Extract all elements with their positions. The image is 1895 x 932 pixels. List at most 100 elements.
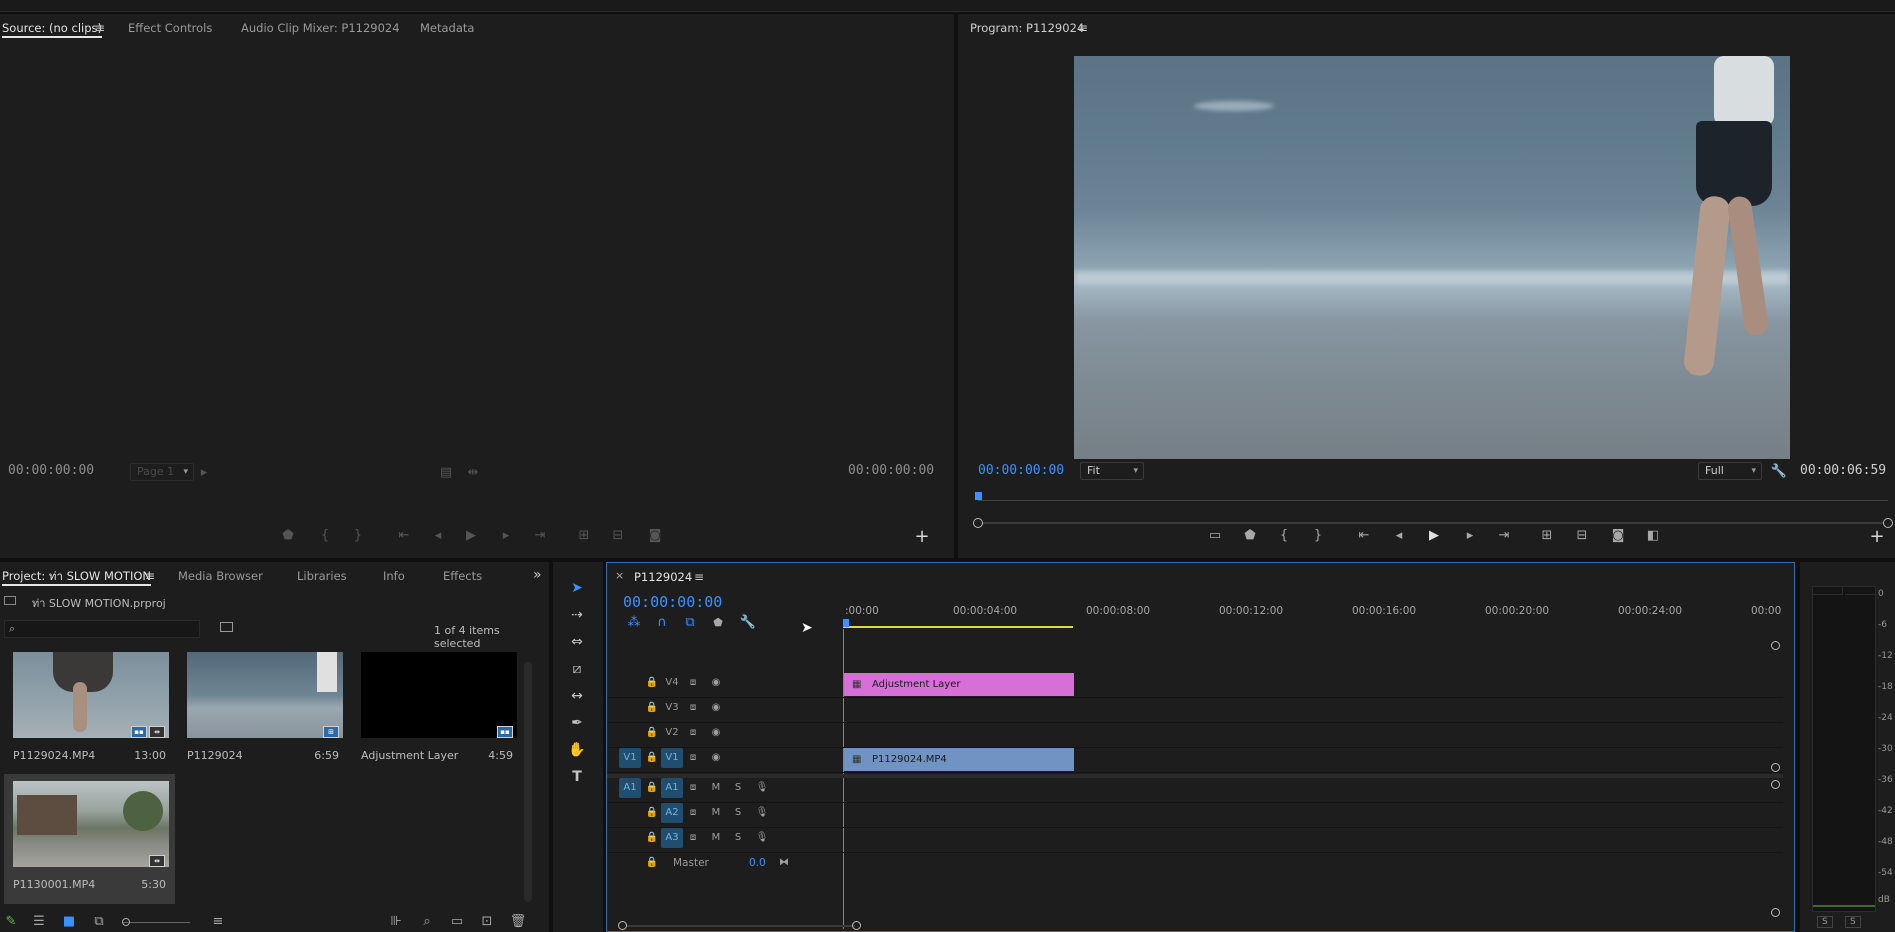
track-master[interactable]: 🔒 Master 0.0 ⧓ [607,853,1783,878]
scroll-handle-top-icon[interactable] [1771,641,1780,650]
eye-icon[interactable]: ◉ [709,673,723,693]
linked-selection-icon[interactable]: ⧉ [679,613,701,633]
menu-icon[interactable]: ≡ [1078,21,1088,35]
track-a3[interactable]: 🔒 A3 ⧈ M S 🎙 [607,828,1783,853]
track-v1[interactable]: V1 🔒 V1 ⧈ ◉ ▦ P1129024.MP4 [607,748,1783,773]
sync-icon[interactable]: ⧈ [686,723,700,743]
lock-icon[interactable]: 🔒 [645,698,659,718]
slip-tool-icon[interactable]: ↔ [565,684,589,708]
play-icon[interactable]: ▶ [1423,526,1445,546]
project-scrollbar[interactable] [524,662,532,902]
eye-icon[interactable]: ◉ [709,748,723,768]
new-bin-icon[interactable] [220,622,233,632]
tab-info[interactable]: Info [383,562,405,590]
scroll-handle-audio-icon[interactable] [1771,780,1780,789]
tab-effect-controls[interactable]: Effect Controls [128,14,212,42]
track-a2[interactable]: 🔒 A2 ⧈ M S 🎙 [607,803,1783,828]
automate-icon[interactable]: ⊪ [385,912,407,932]
sync-icon[interactable]: ⧈ [686,698,700,718]
work-area-bar[interactable] [843,626,1073,628]
horizontal-zoom-bar[interactable] [627,925,855,927]
extract-icon[interactable]: ⊟ [1571,526,1593,546]
lock-icon[interactable]: 🔒 [645,828,659,848]
track-v3[interactable]: 🔒 V3 ⧈ ◉ [607,698,1783,723]
ripple-edit-tool-icon[interactable]: ⇔ [565,630,589,654]
lock-icon[interactable]: 🔒 [645,778,659,798]
sync-icon[interactable]: ⧈ [686,828,700,848]
hscroll-handle-left-icon[interactable] [618,921,627,930]
mute-button[interactable]: M [709,778,723,798]
track-label[interactable]: V1 [661,748,683,768]
playhead-icon[interactable] [975,492,982,500]
go-to-in-icon[interactable]: ⇤ [1353,526,1375,546]
find-icon[interactable]: ⌕ [416,912,438,932]
tab-effects[interactable]: Effects [443,562,482,590]
resolution-dropdown[interactable]: Full ▾ [1698,462,1762,480]
track-a1[interactable]: A1 🔒 A1 ⧈ M S 🎙 [607,778,1783,803]
add-marker-icon[interactable]: ⬟ [707,613,729,633]
microphone-icon[interactable]: 🎙 [755,803,769,823]
playhead-icon[interactable] [843,619,849,627]
clip-video[interactable]: ▦ P1129024.MP4 [844,748,1074,771]
add-button-icon[interactable]: + [1866,527,1888,547]
lock-icon[interactable]: 🔒 [645,673,659,693]
zoom-slider-handle-icon[interactable] [122,918,130,926]
zoom-handle-left-icon[interactable] [973,518,983,528]
lock-icon[interactable]: 🔒 [645,723,659,743]
solo-button[interactable]: S [731,778,745,798]
thumbnail-p1129024-mp4[interactable]: ▪▪ ⇹ [13,652,169,738]
freeform-view-icon[interactable]: ⧉ [88,912,110,932]
menu-icon[interactable]: ≡ [145,569,155,583]
tab-metadata[interactable]: Metadata [420,14,474,42]
mark-out-icon[interactable]: } [1307,526,1329,546]
clip-adjustment-layer[interactable]: ▦ Adjustment Layer [844,673,1074,696]
new-bin-icon[interactable]: ▭ [446,912,468,932]
thumbnail-p1130001-mp4[interactable]: ⇹ [13,781,169,867]
zoom-dropdown[interactable]: Fit ▾ [1080,462,1144,480]
program-timecode-current[interactable]: 00:00:00:00 [978,463,1064,478]
step-back-icon[interactable]: ◂ [1388,526,1410,546]
safe-margins-icon[interactable]: ▭ [1204,526,1226,546]
step-forward-icon[interactable]: ▸ [1459,526,1481,546]
track-v4[interactable]: 🔒 V4 ⧈ ◉ ▦ Adjustment Layer [607,673,1783,698]
source-timecode-right[interactable]: 00:00:00:00 [848,463,934,478]
hand-tool-icon[interactable]: ✋ [565,738,589,762]
track-v2[interactable]: 🔒 V2 ⧈ ◉ [607,723,1783,748]
type-tool-icon[interactable]: T [565,765,589,789]
add-button-icon[interactable]: + [911,527,933,547]
new-item-icon[interactable]: ⊡ [476,912,498,932]
source-patch-v1[interactable]: V1 [619,748,641,768]
microphone-icon[interactable]: 🎙 [755,778,769,798]
search-input[interactable]: ⌕ [4,620,200,638]
close-icon[interactable]: × [615,569,624,582]
tab-project[interactable]: Project: ท่า SLOW MOTION [2,562,151,590]
program-timecode-duration[interactable]: 00:00:06:59 [1800,463,1886,478]
add-marker-icon[interactable]: ⬟ [1239,526,1261,546]
microphone-icon[interactable]: 🎙 [755,828,769,848]
more-tabs-icon[interactable]: » [533,567,542,583]
timeline-ruler[interactable]: :00:00 00:00:04:00 00:00:08:00 00:00:12:… [843,605,1783,629]
solo-right-button[interactable]: S [1845,916,1861,928]
program-video-frame[interactable] [1074,56,1790,459]
hscroll-handle-right-icon[interactable] [852,921,861,930]
track-label[interactable]: V3 [661,698,683,718]
tab-libraries[interactable]: Libraries [297,562,347,590]
sequence-tab[interactable]: P1129024 [634,563,692,591]
timeline-timecode[interactable]: 00:00:00:00 [623,593,722,611]
tab-media-browser[interactable]: Media Browser [178,562,263,590]
nest-icon[interactable]: ⁂ [623,613,645,633]
clear-icon[interactable]: 🗑 [507,912,529,932]
scroll-handle-bottom-icon[interactable] [1771,908,1780,917]
selection-tool-icon[interactable]: ➤ [565,576,589,600]
mute-button[interactable]: M [709,803,723,823]
snap-icon[interactable]: ∩ [651,613,673,633]
comparison-view-icon[interactable]: ◧ [1642,526,1664,546]
pen-tool-icon[interactable]: ✒ [565,711,589,735]
pencil-icon[interactable]: ✎ [0,912,22,932]
icon-view-icon[interactable]: ■ [58,912,80,932]
mark-in-icon[interactable]: { [1273,526,1295,546]
tab-audio-clip-mixer[interactable]: Audio Clip Mixer: P1129024 [241,14,400,42]
solo-left-button[interactable]: S [1817,916,1833,928]
source-timecode-left[interactable]: 00:00:00:00 [8,463,94,478]
zoom-bar[interactable] [983,522,1883,524]
